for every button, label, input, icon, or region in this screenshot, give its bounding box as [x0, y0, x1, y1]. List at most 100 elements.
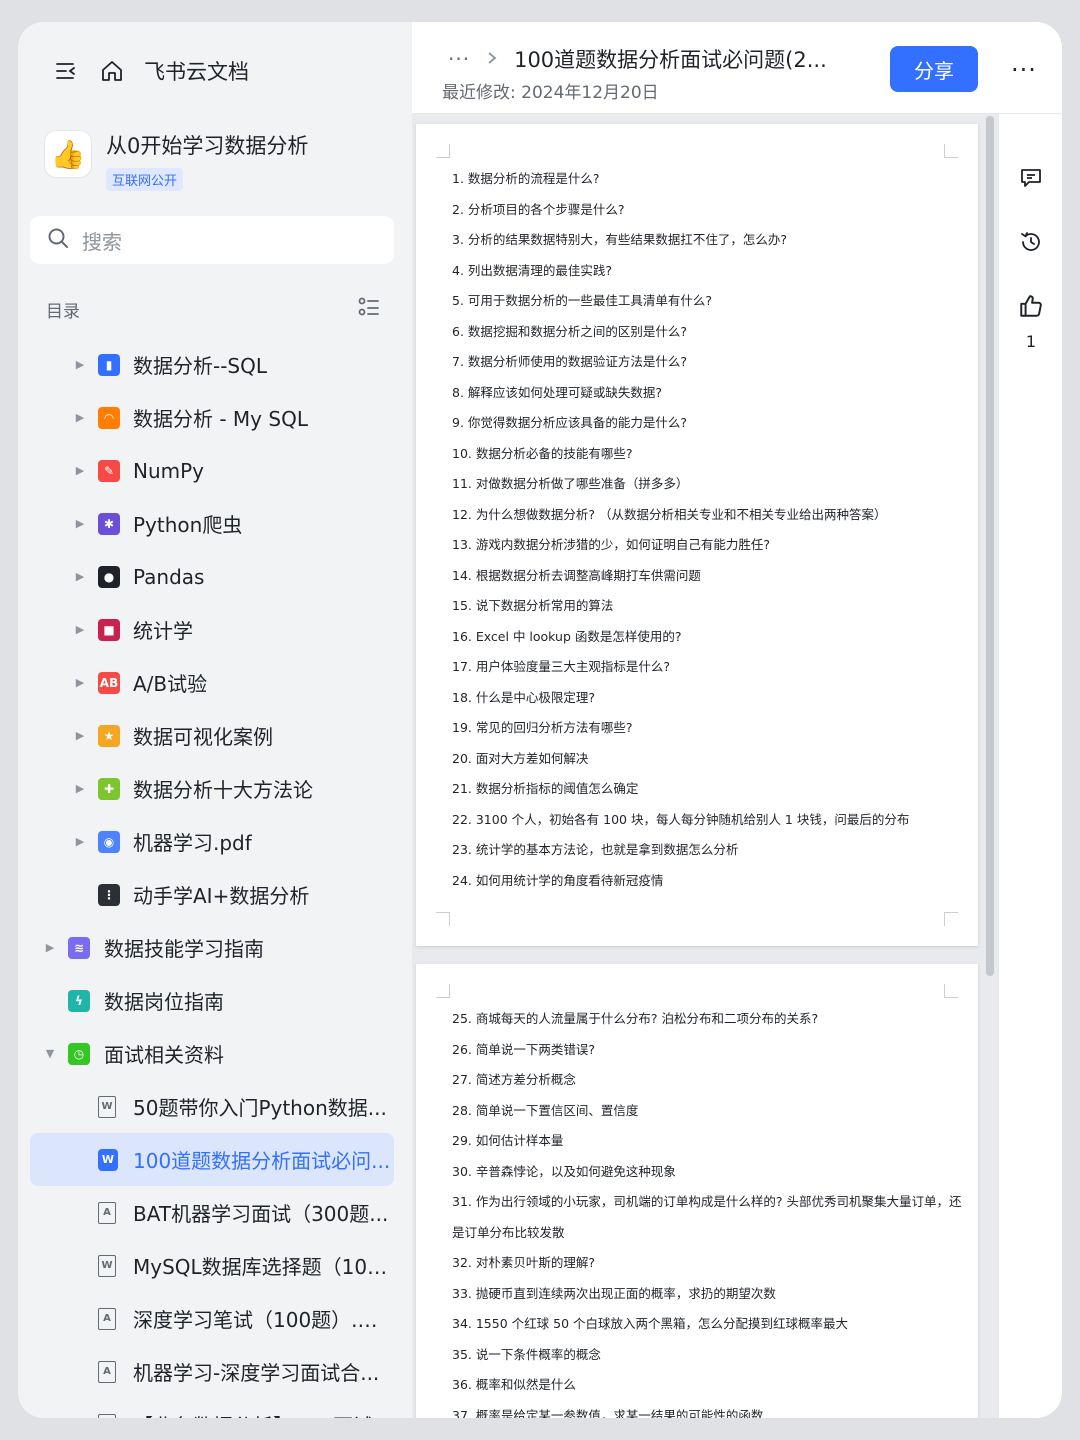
tree-item[interactable]: A 机器学习-深度学习面试合... [18, 1345, 412, 1398]
page-corner-mark [944, 912, 958, 926]
caret-right-icon[interactable]: ▶ [74, 464, 86, 477]
tree-item-label: 100道题数据分析面试必问... [133, 1149, 391, 1173]
question-item: 22. 3100 个人，初始各有 100 块，每人每分钟随机给别人 1 块钱，问… [452, 811, 910, 827]
tree-item-label: 数据分析十大方法论 [133, 778, 313, 802]
question-item: 16. Excel 中 lookup 函数是怎样使用的? [452, 628, 682, 644]
last-modified: 最近修改: 2024年12月20日 [442, 83, 659, 103]
search-placeholder: 搜索 [82, 229, 122, 254]
tree-item-label: 机器学习.pdf [133, 831, 252, 855]
share-button[interactable]: 分享 [890, 46, 978, 92]
question-item: 6. 数据挖掘和数据分析之间的区别是什么? [452, 323, 688, 339]
tree-item[interactable]: A 深度学习笔试（100题）.m... [18, 1292, 412, 1345]
app-brand[interactable]: 飞书云文档 [144, 56, 249, 86]
puzzle-icon: ✚ [98, 777, 120, 800]
page-corner-mark [436, 144, 450, 158]
scrollbar[interactable] [986, 116, 994, 1416]
question-item: 35. 说一下条件概率的概念 [452, 1346, 601, 1362]
comment-icon[interactable] [1017, 164, 1045, 192]
tree-item[interactable]: ▶ ≋ 数据技能学习指南 [18, 921, 412, 974]
question-item: 4. 列出数据清理的最佳实践? [452, 262, 613, 278]
history-icon[interactable] [1017, 228, 1045, 256]
breadcrumb-more[interactable]: ··· [448, 47, 470, 71]
question-item: 12. 为什么想做数据分析? （从数据分析相关专业和不相关专业给出两种答案） [452, 506, 887, 522]
caret-right-icon[interactable]: ▶ [74, 729, 86, 742]
word-doc-icon: W [98, 1148, 118, 1171]
tree-item[interactable]: ▶ ■ 统计学 [18, 603, 412, 656]
tree-item[interactable]: ▶ ● Pandas [18, 550, 412, 603]
tree-item[interactable]: W MySQL数据库选择题（103... [18, 1239, 412, 1292]
panda-icon: ● [98, 565, 120, 588]
tree-item[interactable]: ▶ ✎ NumPy [18, 444, 412, 497]
question-item: 23. 统计学的基本方法论，也就是拿到数据怎么分析 [452, 842, 739, 857]
tree-item-label: Python爬虫 [133, 513, 243, 537]
tree-item[interactable]: W 【业务数据分析】——面试... [18, 1398, 412, 1418]
question-item: 24. 如何用统计学的角度看待新冠疫情 [452, 872, 664, 888]
caret-right-icon[interactable]: ▶ [74, 835, 86, 848]
scrollbar-thumb[interactable] [986, 116, 994, 976]
question-item: 26. 简单说一下两类错误? [452, 1041, 595, 1057]
tree-item[interactable]: ▶ ◠ 数据分析 - My SQL [18, 391, 412, 444]
question-item: 28. 简单说一下置信区间、置信度 [452, 1102, 639, 1118]
page-corner-mark [436, 912, 450, 926]
caret-right-icon[interactable]: ▶ [74, 676, 86, 689]
doc-tree: ▶ ▮ 数据分析--SQL ▶ ◠ 数据分析 - My SQL ▶ ✎ NumPy ▶ ✱ Pytho… [18, 338, 412, 1418]
question-list: 25. 商城每天的人流量属于什么分布? 泊松分布和二项分布的关系? 26. 简单说… [452, 1004, 972, 1418]
page-corner-mark [944, 144, 958, 158]
tree-item[interactable]: ▶ ✚ 数据分析十大方法论 [18, 762, 412, 815]
clock-icon: ◷ [68, 1042, 90, 1065]
tree-item[interactable]: ▶ ◉ 机器学习.pdf [18, 815, 412, 868]
tree-item[interactable]: ϟ 数据岗位指南 [18, 974, 412, 1027]
collapse-sidebar-icon[interactable] [52, 57, 80, 85]
caret-right-icon[interactable]: ▶ [44, 941, 56, 954]
tree-item-label: 数据分析 - My SQL [133, 407, 308, 431]
ab-icon: AB [98, 671, 120, 694]
caret-right-icon[interactable]: ▶ [74, 358, 86, 371]
rainbow-icon: ◠ [98, 406, 120, 429]
tree-item-label: 50题带你入门Python数据... [133, 1096, 387, 1120]
like-icon[interactable] [1017, 292, 1045, 320]
tree-item[interactable]: ▶ AB A/B试验 [18, 656, 412, 709]
space-visibility-badge: 互联网公开 [106, 168, 184, 191]
caret-right-icon[interactable]: ▶ [74, 411, 86, 424]
question-item: 32. 对朴素贝叶斯的理解? [452, 1255, 595, 1270]
question-item: 13. 游戏内数据分析涉猎的少，如何证明自己有能力胜任? [452, 537, 770, 552]
more-options-button[interactable]: ··· [1004, 50, 1044, 90]
caret-right-icon[interactable]: ▶ [74, 623, 86, 636]
tree-item[interactable]: ⋮ 动手学AI+数据分析 [18, 868, 412, 921]
search-input[interactable]: 搜索 [30, 216, 394, 264]
caret-down-icon[interactable]: ▼ [44, 1047, 56, 1060]
caret-right-icon[interactable]: ▶ [74, 782, 86, 795]
caret-right-icon[interactable]: ▶ [74, 517, 86, 530]
document-viewer[interactable]: 1. 数据分析的流程是什么? 2. 分析项目的各个步骤是什么? 3. 分析的结果数据… [412, 114, 998, 1418]
tree-item[interactable]: W 100道题数据分析面试必问... [30, 1133, 394, 1186]
question-item: 34. 1550 个红球 50 个白球放入两个黑箱，怎么分配摸到红球概率最大 [452, 1316, 848, 1331]
caret-right-icon[interactable]: ▶ [74, 570, 86, 583]
tree-item[interactable]: ▼ ◷ 面试相关资料 [18, 1027, 412, 1080]
home-icon[interactable] [98, 57, 126, 85]
question-item: 37. 概率是给定某一参数值，求某一结果的可能性的函数 [452, 1407, 764, 1419]
tree-item[interactable]: A BAT机器学习面试（300题... [18, 1186, 412, 1239]
doc-header: ··· 100道题数据分析面试必问题(2... 最近修改: 2024年12月20… [412, 22, 1062, 114]
list-options-icon[interactable] [356, 294, 382, 324]
pdf-doc-icon: A [98, 1360, 116, 1383]
tree-item-label: 动手学AI+数据分析 [133, 884, 310, 908]
question-item: 11. 对做数据分析做了哪些准备（拼多多） [452, 476, 689, 491]
tree-item[interactable]: ▶ ▮ 数据分析--SQL [18, 338, 412, 391]
tree-item[interactable]: ▶ ★ 数据可视化案例 [18, 709, 412, 762]
question-item: 5. 可用于数据分析的一些最佳工具清单有什么? [452, 293, 713, 308]
tree-item-label: 数据岗位指南 [104, 990, 224, 1014]
tree-item-label: 【业务数据分析】——面试... [133, 1410, 392, 1418]
floppy-disk-icon: ■ [98, 618, 120, 641]
question-item: 1. 数据分析的流程是什么? [452, 171, 600, 186]
ant-icon: ✱ [98, 512, 120, 535]
question-item: 14. 根据数据分析去调整高峰期打车供需问题 [452, 567, 701, 583]
space-card[interactable]: 👍 从0开始学习数据分析 互联网公开 [44, 130, 308, 191]
tree-item[interactable]: W 50题带你入门Python数据... [18, 1080, 412, 1133]
question-item: 36. 概率和似然是什么 [452, 1377, 576, 1392]
pdf-doc-icon: A [98, 1307, 116, 1330]
tree-item[interactable]: ▶ ✱ Python爬虫 [18, 497, 412, 550]
question-item: 9. 你觉得数据分析应该具备的能力是什么? [452, 415, 688, 430]
question-item: 21. 数据分析指标的阈值怎么确定 [452, 781, 639, 796]
page-corner-mark [436, 984, 450, 998]
question-item: 19. 常见的回归分析方法有哪些? [452, 720, 633, 735]
